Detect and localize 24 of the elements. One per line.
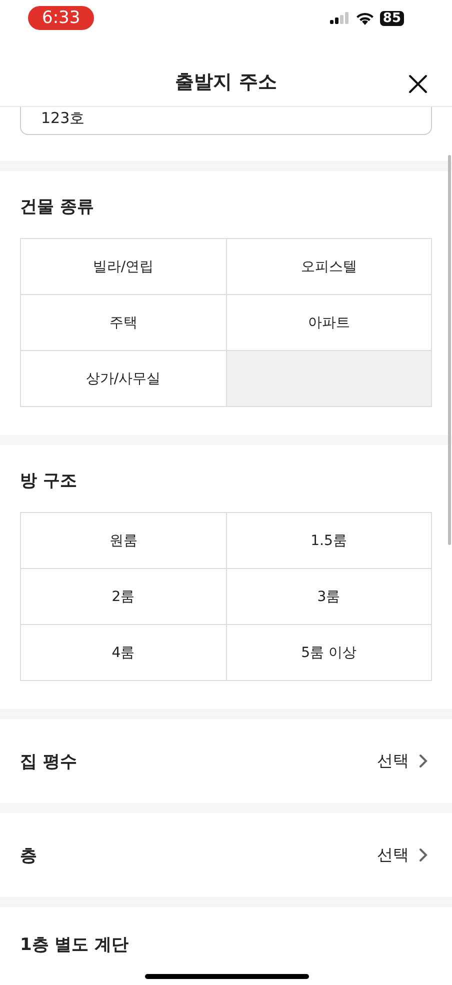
picker-row[interactable]: 층 선택 [0, 813, 452, 897]
option-cell[interactable]: 주택 [21, 295, 226, 351]
address-field[interactable]: 123호 [20, 107, 432, 135]
picker-row[interactable]: 집 평수 선택 [0, 719, 452, 803]
section-title: 건물 종류 [20, 196, 95, 218]
option-cell[interactable]: 4룸 [21, 625, 226, 681]
chevron-right-icon [419, 754, 428, 768]
option-cell[interactable]: 2룸 [21, 569, 226, 625]
chevron-right-icon [419, 848, 428, 862]
option-cell[interactable]: 오피스텔 [226, 239, 432, 295]
option-cell[interactable]: 5룸 이상 [226, 625, 432, 681]
option-cell[interactable]: 3룸 [226, 569, 432, 625]
option-cell[interactable]: 상가/사무실 [21, 351, 226, 407]
section-title: 방 구조 [20, 470, 78, 492]
close-icon[interactable] [408, 74, 428, 94]
option-cell[interactable]: 원룸 [21, 513, 226, 569]
option-cell[interactable]: 빌라/연립 [21, 239, 226, 295]
option-cell[interactable]: 1.5룸 [226, 513, 432, 569]
signal-icon [330, 12, 350, 24]
section-title: 1층 별도 계단 [20, 935, 129, 955]
wifi-icon [356, 12, 374, 24]
status-time: 6:33 [28, 6, 94, 30]
screen-title: 출발지 주소 [175, 70, 277, 95]
battery-level: 85 [380, 10, 404, 26]
